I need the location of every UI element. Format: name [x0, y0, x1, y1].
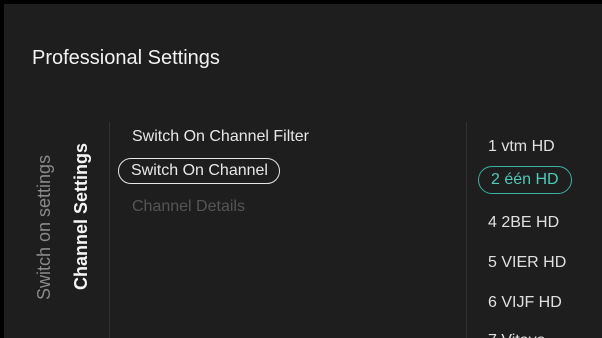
menu-item-switch-on-channel-filter[interactable]: Switch On Channel Filter — [132, 126, 309, 148]
channel-item-6-vijf-hd[interactable]: 6 VIJF HD — [488, 292, 562, 314]
channel-item-1-vtm-hd[interactable]: 1 vtm HD — [488, 136, 555, 158]
professional-settings-panel: Professional Settings Switch on settings… — [4, 4, 602, 338]
page-title: Professional Settings — [32, 47, 220, 69]
channel-item-4-2be-hd[interactable]: 4 2BE HD — [488, 212, 559, 234]
tv-screen: Professional Settings Switch on settings… — [0, 0, 602, 338]
channel-item-2-een-hd[interactable]: 2 één HD — [478, 166, 572, 194]
channel-list: 1 vtm HD 2 één HD 4 2BE HD 5 VIER HD 6 V… — [474, 122, 602, 338]
channel-item-5-vier-hd[interactable]: 5 VIER HD — [488, 252, 566, 274]
column-divider-left — [109, 122, 110, 338]
tab-switch-on-settings[interactable]: Switch on settings — [34, 155, 54, 300]
channel-item-7-vitaya[interactable]: 7 Vitaya — [488, 330, 546, 338]
menu-item-switch-on-channel[interactable]: Switch On Channel — [118, 158, 280, 184]
menu-item-channel-details: Channel Details — [132, 198, 245, 215]
tab-channel-settings[interactable]: Channel Settings — [71, 143, 91, 290]
column-divider-right — [466, 122, 467, 338]
